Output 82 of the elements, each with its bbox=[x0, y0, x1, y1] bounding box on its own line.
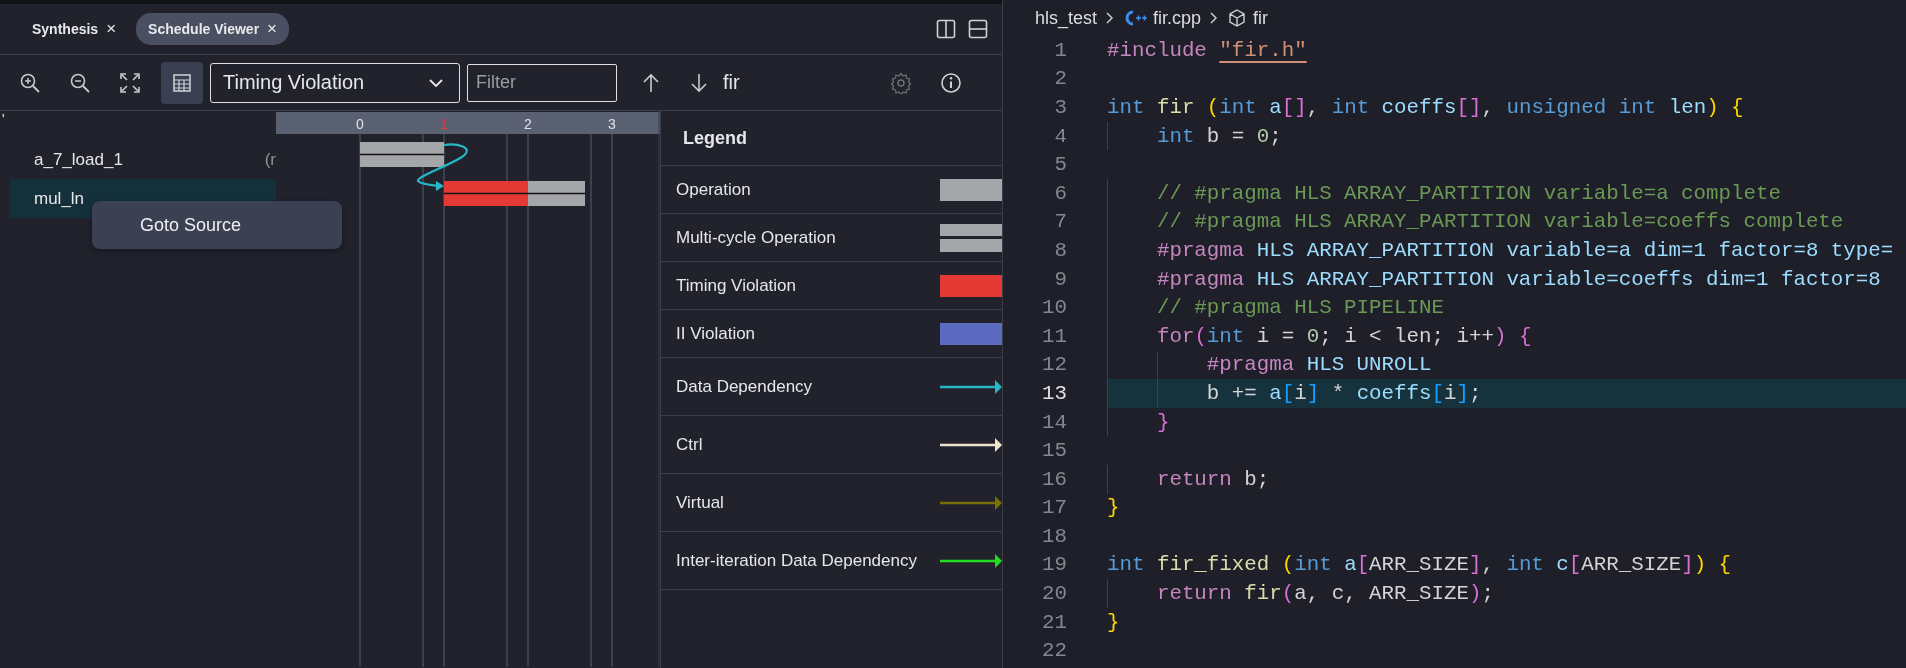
cpp-file-icon bbox=[1123, 8, 1148, 28]
operation-name: mul_ln bbox=[34, 188, 85, 209]
filter-field[interactable]: Filter bbox=[467, 63, 617, 102]
fit-to-screen-icon[interactable] bbox=[119, 71, 141, 94]
arrow-down-icon[interactable] bbox=[689, 71, 709, 94]
line-number: 7 bbox=[1053, 210, 1067, 234]
close-icon[interactable]: × bbox=[106, 19, 117, 39]
line-number: 3 bbox=[1053, 96, 1067, 119]
data-dependency-arrow bbox=[416, 143, 468, 191]
code-line: #pragma HLS ARRAY_PARTITION variable=coeffs dim=1 factor=8 bbox=[1155, 267, 1881, 291]
view-dropdown[interactable]: Timing Violation bbox=[210, 62, 460, 103]
line-number: 8 bbox=[1053, 238, 1067, 262]
line-number: 4 bbox=[1053, 124, 1067, 148]
code-line: int b = 0; bbox=[1155, 124, 1282, 148]
line-number: 13 bbox=[1041, 381, 1067, 405]
zoom-out-icon[interactable] bbox=[69, 71, 91, 94]
line-number: 16 bbox=[1041, 467, 1067, 491]
table-view-button[interactable] bbox=[161, 61, 203, 104]
cycle-tick-label: 1 bbox=[440, 116, 448, 132]
code-line: } bbox=[1155, 410, 1170, 434]
code-line: return fir(a, c, ARR_SIZE); bbox=[1155, 582, 1494, 606]
legend-label: Virtual bbox=[676, 492, 724, 513]
legend-label: II Violation bbox=[676, 323, 756, 344]
line-number: 2 bbox=[1053, 67, 1067, 91]
line-number: 21 bbox=[1041, 610, 1067, 634]
line-number: 14 bbox=[1041, 410, 1067, 434]
operation-bar[interactable] bbox=[359, 142, 445, 167]
code-line: // #pragma HLS ARRAY_PARTITION variable=coeffs complete bbox=[1155, 210, 1844, 234]
function-name: fir bbox=[723, 71, 740, 94]
breadcrumb[interactable]: hls_test bbox=[1035, 7, 1098, 29]
line-number: 1 bbox=[1053, 38, 1067, 62]
breadcrumb[interactable]: fir bbox=[1253, 7, 1269, 29]
code-line: int fir (int a[], int coeffs[], unsigned int len) { bbox=[1107, 96, 1744, 119]
code-line: for(int i = 0; i < len; i++) { bbox=[1155, 324, 1532, 348]
breadcrumb[interactable]: fir.cpp bbox=[1153, 7, 1202, 29]
tab[interactable]: Synthesis × bbox=[20, 13, 129, 45]
zoom-in-icon[interactable] bbox=[19, 71, 41, 94]
line-number: 10 bbox=[1041, 296, 1067, 320]
legend-label: Multi-cycle Operation bbox=[676, 227, 836, 248]
code-line: #pragma HLS ARRAY_PARTITION variable=a dim=1 factor=8 type= bbox=[1155, 238, 1894, 262]
code-line: // #pragma HLS ARRAY_PARTITION variable=a complete bbox=[1155, 181, 1781, 205]
legend-label: Timing Violation bbox=[676, 275, 796, 296]
code-line: return b; bbox=[1155, 467, 1270, 491]
close-icon[interactable]: × bbox=[267, 19, 278, 39]
operation-detail: (r bbox=[264, 149, 276, 170]
code-line: #pragma HLS UNROLL bbox=[1205, 353, 1432, 377]
cycle-tick-label: 0 bbox=[356, 116, 364, 132]
cube-icon bbox=[1227, 8, 1248, 28]
cycle-tick-label: 2 bbox=[524, 116, 532, 132]
line-number: 20 bbox=[1041, 582, 1067, 606]
code-line: #include "fir.h" bbox=[1107, 38, 1307, 62]
legend-label: Operation bbox=[676, 179, 751, 200]
cycle-tick-label: 3 bbox=[608, 116, 616, 132]
tab[interactable]: Schedule Viewer × bbox=[136, 13, 290, 45]
legend-label: Ctrl bbox=[676, 434, 703, 455]
split-vertical-icon[interactable] bbox=[936, 19, 956, 39]
line-number: 5 bbox=[1053, 153, 1067, 177]
line-number: 19 bbox=[1041, 553, 1067, 577]
line-number: 22 bbox=[1041, 639, 1067, 663]
table-icon bbox=[172, 72, 192, 93]
code-line: int fir_fixed (int a[ARR_SIZE], int c[ARR_SIZE]) { bbox=[1107, 553, 1732, 577]
code-line: } bbox=[1107, 496, 1120, 520]
split-horizontal-icon[interactable] bbox=[968, 19, 988, 39]
arrow-up-icon[interactable] bbox=[641, 71, 661, 94]
legend-label: Inter-iteration Data Dependency bbox=[676, 550, 917, 571]
operation-name: a_7_load_1 bbox=[34, 149, 123, 170]
header-mark: ' bbox=[1, 111, 6, 129]
line-number: 11 bbox=[1041, 324, 1067, 348]
code-line: // #pragma HLS PIPELINE bbox=[1155, 296, 1444, 320]
line-number: 12 bbox=[1041, 353, 1067, 377]
line-number: 17 bbox=[1041, 496, 1067, 520]
info-icon[interactable] bbox=[940, 71, 962, 94]
code-line: b += a[i] * coeffs[i]; bbox=[1205, 381, 1482, 405]
legend-label: Data Dependency bbox=[676, 376, 813, 397]
operation-row[interactable]: a_7_load_1 (r bbox=[10, 140, 276, 179]
line-number: 15 bbox=[1041, 439, 1067, 463]
line-number: 18 bbox=[1041, 524, 1067, 548]
legend-title: Legend bbox=[661, 111, 1002, 166]
code-line: } bbox=[1107, 610, 1120, 634]
line-number: 9 bbox=[1053, 267, 1067, 291]
line-number: 6 bbox=[1053, 181, 1067, 205]
operation-bar[interactable] bbox=[443, 181, 586, 206]
